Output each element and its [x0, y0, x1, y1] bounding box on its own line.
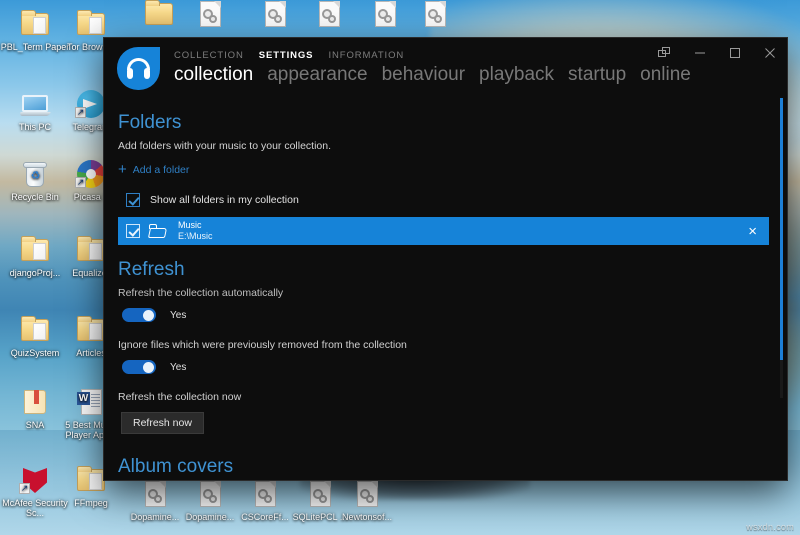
watermark: wsxdn.com [746, 522, 794, 532]
dopamine-window: COLLECTION SETTINGS INFORMATION collecti… [104, 38, 787, 480]
config-file-icon [194, 0, 226, 30]
folder-icon [143, 0, 175, 30]
word-document-icon: W [75, 386, 107, 418]
folder-icon [19, 314, 51, 346]
config-file-icon [369, 0, 401, 30]
nav-collection[interactable]: COLLECTION [174, 50, 244, 61]
nav-information[interactable]: INFORMATION [328, 50, 404, 61]
plus-icon: + [118, 165, 127, 175]
folder-path: E:\Music [178, 231, 213, 242]
config-file-icon [351, 478, 383, 510]
folder-info: Music E:\Music [178, 220, 213, 242]
config-file-icon [313, 0, 345, 30]
primary-nav: COLLECTION SETTINGS INFORMATION [174, 50, 667, 61]
refresh-auto-value: Yes [170, 310, 186, 321]
add-folder-button[interactable]: + Add a folder [118, 164, 189, 176]
desktop-icon-label: Newtonsof... [330, 512, 404, 522]
refresh-auto-toggle[interactable] [122, 308, 156, 322]
desktop-icon-top-6[interactable] [398, 0, 472, 32]
desktop-icon-top-2[interactable] [173, 0, 247, 32]
refresh-ignore-toggle[interactable] [122, 360, 156, 374]
settings-content: Folders Add folders with your music to y… [104, 98, 787, 480]
config-file-icon [259, 0, 291, 30]
desktop-icon-label: FFmpeg [54, 498, 128, 508]
folders-heading: Folders [118, 112, 769, 134]
refresh-auto-label: Refresh the collection automatically [118, 287, 769, 299]
logo-earcup-left [127, 68, 133, 79]
recycle-bin-icon: ♻ [19, 158, 51, 190]
refresh-auto-toggle-row: Yes [122, 308, 769, 322]
refresh-ignore-label: Ignore files which were previously remov… [118, 339, 769, 351]
refresh-ignore-value: Yes [170, 362, 186, 373]
mcafee-icon: ↗ [19, 464, 51, 496]
subnav-online[interactable]: online [640, 64, 691, 86]
folders-description: Add folders with your music to your coll… [118, 140, 769, 152]
secondary-nav: collection appearance behaviour playback… [174, 64, 667, 86]
config-file-icon [194, 478, 226, 510]
remove-folder-icon[interactable]: × [742, 223, 763, 240]
folder-icon [19, 234, 51, 266]
maximize-icon[interactable] [717, 38, 752, 68]
refresh-ignore-toggle-row: Yes [122, 360, 769, 374]
folder-icon [75, 314, 107, 346]
refresh-heading: Refresh [118, 259, 769, 281]
picasa-icon: ↗ [75, 158, 107, 190]
telegram-icon: ↗ [75, 88, 107, 120]
add-folder-label: Add a folder [133, 164, 190, 176]
show-all-folders-checkbox-row[interactable]: Show all folders in my collection [126, 193, 769, 207]
scrollbar-thumb[interactable] [780, 98, 783, 360]
subnav-collection[interactable]: collection [174, 64, 253, 86]
config-file-icon [419, 0, 451, 30]
headphones-logo [117, 47, 160, 90]
refresh-now-button[interactable]: Refresh now [121, 412, 204, 434]
subnav-appearance[interactable]: appearance [267, 64, 367, 86]
subnav-startup[interactable]: startup [568, 64, 626, 86]
folder-icon [19, 8, 51, 40]
this-pc-icon [19, 88, 51, 120]
folder-icon [75, 234, 107, 266]
book-icon [19, 386, 51, 418]
folder-icon [149, 224, 167, 238]
folder-list-item[interactable]: Music E:\Music × [118, 217, 769, 245]
logo-earcup-right [144, 68, 150, 79]
config-file-icon [139, 478, 171, 510]
close-icon[interactable] [752, 38, 787, 68]
album-covers-heading: Album covers [118, 456, 769, 478]
folder-enabled-checkbox[interactable] [126, 224, 140, 238]
desktop-icon-newtonsoft[interactable]: Newtonsof... [330, 478, 404, 522]
nav-settings[interactable]: SETTINGS [259, 50, 314, 61]
show-all-folders-checkbox[interactable] [126, 193, 140, 207]
config-file-icon [249, 478, 281, 510]
folder-name: Music [178, 220, 213, 231]
folder-icon [75, 464, 107, 496]
show-all-folders-label: Show all folders in my collection [150, 194, 299, 206]
folder-icon [75, 8, 107, 40]
subnav-playback[interactable]: playback [479, 64, 554, 86]
refresh-now-label: Refresh the collection now [118, 391, 769, 403]
subnav-behaviour[interactable]: behaviour [382, 64, 465, 86]
top-navigation: COLLECTION SETTINGS INFORMATION collecti… [174, 50, 667, 86]
